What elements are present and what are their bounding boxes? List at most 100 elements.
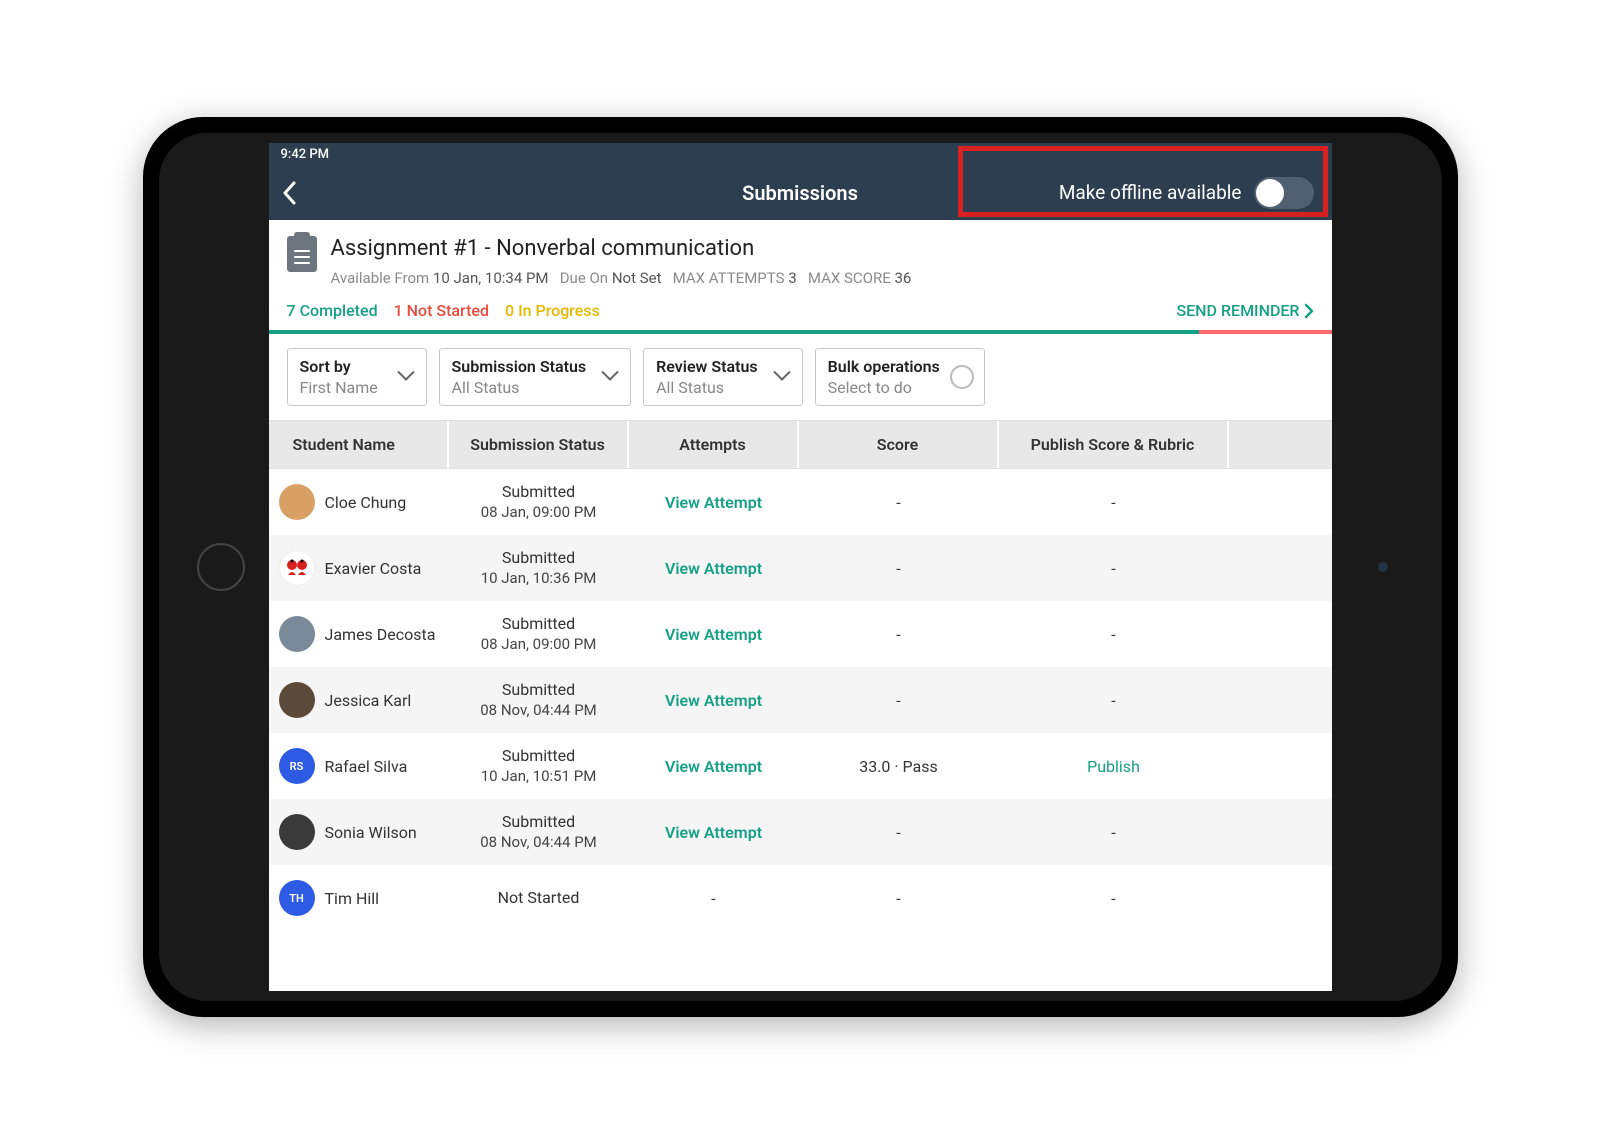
student-name: Rafael Silva	[325, 757, 408, 776]
student-name-cell: James Decosta	[269, 606, 449, 662]
student-name: Sonia Wilson	[325, 823, 417, 842]
assignment-header: Assignment #1 - Nonverbal communication …	[269, 220, 1332, 297]
submission-status-cell: Submitted10 Jan, 10:36 PM	[449, 538, 629, 598]
publish-cell: -	[999, 813, 1229, 852]
student-name-cell: Exavier Costa	[269, 540, 449, 596]
tablet-inner: 9:42 PM Submissions Make offline availab…	[159, 133, 1442, 1001]
score-cell: -	[799, 615, 999, 654]
offline-label: Make offline available	[1059, 181, 1242, 204]
send-reminder-button[interactable]: SEND REMINDER	[1176, 301, 1313, 320]
home-button[interactable]	[197, 543, 245, 591]
attempts-cell[interactable]: View Attempt	[629, 681, 799, 720]
score-cell: -	[799, 549, 999, 588]
student-name-cell: Cloe Chung	[269, 474, 449, 530]
submission-status-cell: Submitted10 Jan, 10:51 PM	[449, 736, 629, 796]
col-publish: Publish Score & Rubric	[999, 421, 1229, 468]
progress-completed: 7 Completed	[287, 301, 378, 320]
student-name-cell: TH Tim Hill	[269, 870, 449, 926]
student-name: Exavier Costa	[325, 559, 422, 578]
avatar	[279, 484, 315, 520]
progress-in-progress: 0 In Progress	[505, 301, 600, 320]
attempts-cell: -	[629, 879, 799, 918]
back-button[interactable]	[269, 165, 309, 220]
table-row[interactable]: Exavier Costa Submitted10 Jan, 10:36 PM Vi…	[269, 535, 1332, 601]
submission-status-dropdown[interactable]: Submission Status All Status	[439, 348, 632, 406]
tablet-frame: 9:42 PM Submissions Make offline availab…	[143, 117, 1458, 1017]
submission-status-cell: Submitted08 Nov, 04:44 PM	[449, 670, 629, 730]
view-attempt-link[interactable]: View Attempt	[665, 691, 762, 710]
chevron-down-icon	[772, 368, 792, 387]
offline-toggle[interactable]	[1254, 177, 1314, 209]
score-cell: -	[799, 813, 999, 852]
publish-link[interactable]: Publish	[1087, 757, 1140, 776]
page-title: Submissions	[742, 181, 858, 205]
view-attempt-link[interactable]: View Attempt	[665, 757, 762, 776]
col-submission-status: Submission Status	[449, 421, 629, 468]
chevron-down-icon	[600, 368, 620, 387]
publish-cell: -	[999, 615, 1229, 654]
title-bar: Submissions Make offline available	[269, 165, 1332, 220]
avatar	[279, 616, 315, 652]
table-row[interactable]: Cloe Chung Submitted08 Jan, 09:00 PM View …	[269, 469, 1332, 535]
publish-cell: -	[999, 549, 1229, 588]
assignment-icon	[287, 236, 317, 272]
table-body: Cloe Chung Submitted08 Jan, 09:00 PM View …	[269, 469, 1332, 991]
view-attempt-link[interactable]: View Attempt	[665, 493, 762, 512]
toggle-knob	[1256, 179, 1284, 207]
submission-status-cell: Submitted08 Jan, 09:00 PM	[449, 472, 629, 532]
avatar	[279, 550, 315, 586]
table-row[interactable]: RS Rafael Silva Submitted10 Jan, 10:51 PM V…	[269, 733, 1332, 799]
table-row[interactable]: Sonia Wilson Submitted08 Nov, 04:44 PM Vie…	[269, 799, 1332, 865]
assignment-title: Assignment #1 - Nonverbal communication	[331, 236, 1314, 261]
col-student-name: Student Name	[269, 421, 449, 468]
view-attempt-link[interactable]: View Attempt	[665, 823, 762, 842]
assignment-meta: Available From 10 Jan, 10:34 PM Due On N…	[331, 269, 1314, 287]
camera-dot	[1378, 562, 1388, 572]
publish-cell: -	[999, 681, 1229, 720]
table-row[interactable]: Jessica Karl Submitted08 Nov, 04:44 PM Vie…	[269, 667, 1332, 733]
submission-status-cell: Submitted08 Jan, 09:00 PM	[449, 604, 629, 664]
publish-cell[interactable]: Publish	[999, 747, 1229, 786]
attempts-cell[interactable]: View Attempt	[629, 549, 799, 588]
avatar	[279, 814, 315, 850]
publish-cell: -	[999, 879, 1229, 918]
attempts-cell[interactable]: View Attempt	[629, 615, 799, 654]
chevron-down-icon	[396, 368, 416, 387]
avatar: RS	[279, 748, 315, 784]
student-name-cell: Sonia Wilson	[269, 804, 449, 860]
bulk-operations-select[interactable]: Bulk operations Select to do	[815, 348, 985, 406]
avatar: TH	[279, 880, 315, 916]
filters-row: Sort by First Name Submission Status All…	[269, 334, 1332, 420]
review-status-dropdown[interactable]: Review Status All Status	[643, 348, 803, 406]
progress-row: 7 Completed 1 Not Started 0 In Progress …	[269, 297, 1332, 330]
attempts-cell[interactable]: View Attempt	[629, 483, 799, 522]
submission-status-cell: Submitted08 Nov, 04:44 PM	[449, 802, 629, 862]
chevron-left-icon	[282, 181, 296, 205]
score-cell: -	[799, 879, 999, 918]
screen: 9:42 PM Submissions Make offline availab…	[269, 143, 1332, 991]
col-score: Score	[799, 421, 999, 468]
score-cell: 33.0 · Pass	[799, 747, 999, 786]
student-name-cell: Jessica Karl	[269, 672, 449, 728]
table-header: Student Name Submission Status Attempts …	[269, 420, 1332, 469]
table-row[interactable]: James Decosta Submitted08 Jan, 09:00 PM Vi…	[269, 601, 1332, 667]
avatar	[279, 682, 315, 718]
view-attempt-link[interactable]: View Attempt	[665, 625, 762, 644]
attempts-cell[interactable]: View Attempt	[629, 747, 799, 786]
table-row[interactable]: THTim HillNot Started---	[269, 865, 1332, 931]
status-time: 9:42 PM	[281, 147, 330, 162]
score-cell: -	[799, 681, 999, 720]
score-cell: -	[799, 483, 999, 522]
attempts-cell[interactable]: View Attempt	[629, 813, 799, 852]
offline-wrap: Make offline available	[1059, 165, 1332, 220]
student-name: Jessica Karl	[325, 691, 412, 710]
sort-by-dropdown[interactable]: Sort by First Name	[287, 348, 427, 406]
radio-empty-icon	[950, 365, 974, 389]
publish-cell: -	[999, 483, 1229, 522]
student-name: Cloe Chung	[325, 493, 407, 512]
student-name-cell: RS Rafael Silva	[269, 738, 449, 794]
student-name: Tim Hill	[325, 889, 380, 908]
student-name: James Decosta	[325, 625, 436, 644]
view-attempt-link[interactable]: View Attempt	[665, 559, 762, 578]
col-attempts: Attempts	[629, 421, 799, 468]
